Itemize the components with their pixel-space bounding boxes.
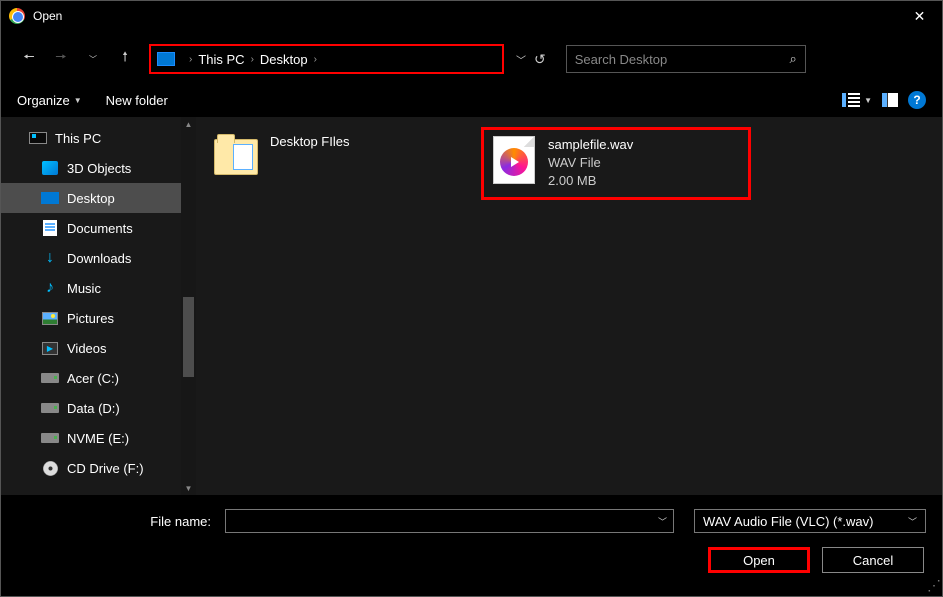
video-icon: ▶ [42, 342, 58, 355]
sidebar-item-videos[interactable]: ▶Videos [1, 333, 196, 363]
titlebar: Open ✕ [1, 1, 942, 31]
open-file-dialog: Open ✕ 🠔 🠖 ﹀ 🠕 › This PC › Desktop › ﹀ ↻ S… [0, 0, 943, 597]
cd-icon [43, 461, 58, 476]
help-button[interactable]: ? [908, 91, 926, 109]
window-title: Open [33, 9, 62, 23]
sidebar-item-this-pc[interactable]: This PC [1, 123, 196, 153]
scroll-down-button[interactable]: ▼ [181, 481, 196, 495]
document-icon [43, 220, 57, 236]
drive-icon [41, 433, 59, 443]
breadcrumb-this-pc[interactable]: This PC [198, 52, 244, 67]
refresh-button[interactable]: ↻ [534, 51, 546, 68]
sidebar: ▲ ▼ This PC 3D Objects Desktop Documents… [1, 117, 196, 495]
drive-icon [41, 373, 59, 383]
address-bar[interactable]: › This PC › Desktop › [149, 44, 504, 74]
footer: File name: ﹀ WAV Audio File (VLC) (*.wav… [1, 495, 942, 589]
nav-row: 🠔 🠖 ﹀ 🠕 › This PC › Desktop › ﹀ ↻ Search D… [1, 39, 942, 79]
wav-file-icon [493, 136, 535, 184]
search-icon: ⌕ [789, 51, 796, 67]
address-dropdown[interactable]: ﹀ [516, 52, 526, 67]
sidebar-item-downloads[interactable]: ↓Downloads [1, 243, 196, 273]
picture-icon [42, 312, 58, 325]
filename-label: File name: [17, 514, 217, 529]
file-item-folder[interactable]: Desktop FIles [206, 127, 471, 187]
resize-handle[interactable]: ⋰ [927, 581, 939, 593]
pc-icon [29, 132, 47, 144]
music-icon: ♪ [41, 280, 59, 296]
search-placeholder: Search Desktop [575, 52, 668, 67]
preview-pane-button[interactable] [882, 93, 898, 107]
pc-icon [157, 52, 175, 66]
drive-icon [41, 403, 59, 413]
file-size: 2.00 MB [548, 172, 633, 190]
sidebar-item-desktop[interactable]: Desktop [1, 183, 196, 213]
close-button[interactable]: ✕ [897, 1, 942, 31]
chevron-down-icon: ﹀ [908, 515, 917, 528]
sidebar-item-documents[interactable]: Documents [1, 213, 196, 243]
sidebar-item-pictures[interactable]: Pictures [1, 303, 196, 333]
sidebar-item-3d-objects[interactable]: 3D Objects [1, 153, 196, 183]
play-icon [502, 150, 526, 174]
sidebar-item-acer-c[interactable]: Acer (C:) [1, 363, 196, 393]
sidebar-item-data-d[interactable]: Data (D:) [1, 393, 196, 423]
up-button[interactable]: 🠕 [113, 47, 137, 71]
sidebar-item-nvme-e[interactable]: NVME (E:) [1, 423, 196, 453]
file-list[interactable]: Desktop FIles samplefile.wav WAV File 2.… [196, 117, 942, 495]
sidebar-item-music[interactable]: ♪Music [1, 273, 196, 303]
new-folder-button[interactable]: New folder [106, 93, 168, 108]
forward-button[interactable]: 🠖 [49, 47, 73, 71]
chrome-icon [9, 8, 25, 24]
scrollbar-thumb[interactable] [183, 297, 194, 377]
sidebar-item-cd-drive-f[interactable]: CD Drive (F:) [1, 453, 196, 483]
scroll-up-button[interactable]: ▲ [181, 117, 196, 131]
download-icon: ↓ [41, 250, 59, 266]
open-button[interactable]: Open [708, 547, 810, 573]
file-type-filter[interactable]: WAV Audio File (VLC) (*.wav) ﹀ [694, 509, 926, 533]
file-type: WAV File [548, 154, 633, 172]
search-input[interactable]: Search Desktop ⌕ [566, 45, 806, 73]
recent-dropdown[interactable]: ﹀ [81, 47, 105, 71]
chevron-right-icon: › [189, 54, 192, 65]
file-item-samplefile-wav[interactable]: samplefile.wav WAV File 2.00 MB [481, 127, 751, 200]
view-options-button[interactable]: ▼ [842, 93, 872, 107]
organize-button[interactable]: Organize▼ [17, 93, 82, 108]
cancel-button[interactable]: Cancel [822, 547, 924, 573]
folder-icon [214, 139, 258, 175]
desktop-icon [41, 192, 59, 204]
list-view-icon [842, 93, 860, 107]
cube-icon [42, 161, 58, 175]
toolbar: Organize▼ New folder ▼ ? [1, 83, 942, 117]
breadcrumb-desktop[interactable]: Desktop [260, 52, 308, 67]
chevron-down-icon: ﹀ [658, 515, 667, 528]
chevron-right-icon: › [251, 54, 254, 65]
file-name: Desktop FIles [270, 133, 349, 151]
back-button[interactable]: 🠔 [17, 47, 41, 71]
filename-input[interactable]: ﹀ [225, 509, 674, 533]
file-name: samplefile.wav [548, 136, 633, 154]
chevron-right-icon: › [314, 54, 317, 65]
